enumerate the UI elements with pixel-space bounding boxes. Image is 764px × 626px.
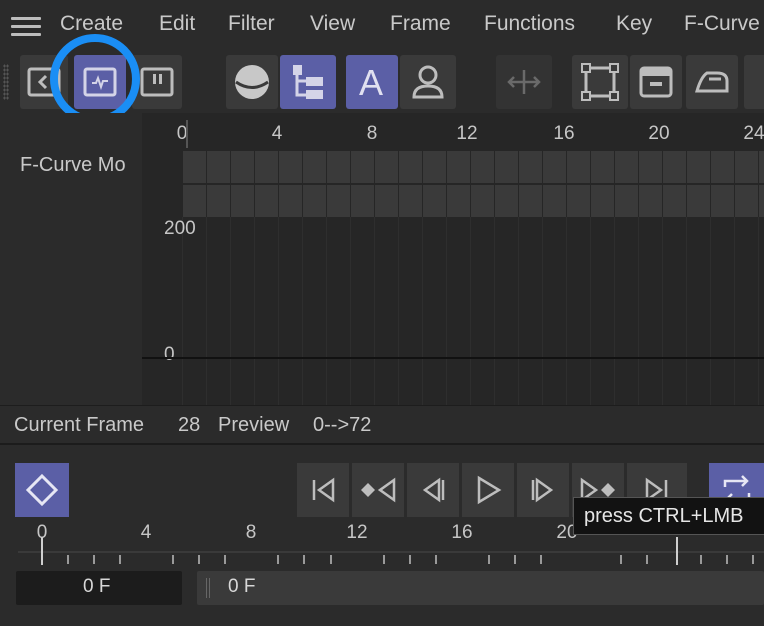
f-curve-mode-button[interactable] (74, 55, 126, 109)
band-divider (142, 183, 764, 185)
play-icon (477, 475, 502, 505)
timeline-start-marker[interactable] (41, 537, 43, 565)
iron-button[interactable] (686, 55, 738, 109)
previous-key-icon (361, 477, 396, 503)
zero-line (142, 357, 764, 359)
status-bar: Current Frame 28 Preview 0-->72 (0, 405, 764, 444)
previous-frame-icon (422, 477, 445, 503)
timeline-ruler-label: 16 (451, 522, 473, 543)
hierarchy-icon (293, 65, 323, 99)
menu-f-curve[interactable]: F-Curve (684, 12, 760, 36)
start-frame-value: 0 F (83, 576, 111, 597)
timeline-ruler-label: 8 (245, 522, 257, 543)
ruler-label: 24 (743, 123, 764, 144)
keyframe-mode-button[interactable] (15, 463, 69, 517)
timeline-ruler-label: 12 (346, 522, 368, 543)
ruler-label: 20 (648, 123, 670, 144)
clapper-icon (639, 66, 673, 98)
dope-sheet-button[interactable] (20, 55, 68, 109)
f-curve-left-panel: F-Curve Mo (0, 113, 142, 405)
menu-create[interactable]: Create (60, 12, 123, 36)
text-a-icon: A (359, 62, 384, 103)
keyframe-diamond-icon (25, 473, 59, 507)
ruler-label: 4 (271, 123, 283, 144)
menu-bar: Create Edit Filter View Frame Functions … (0, 0, 764, 50)
iron-icon (695, 71, 729, 93)
next-frame-button[interactable] (517, 463, 569, 517)
text-a-button[interactable]: A (346, 55, 398, 109)
menu-functions[interactable]: Functions (484, 12, 575, 36)
track-band-2 (182, 185, 764, 217)
previous-key-button[interactable] (352, 463, 404, 517)
current-frame-value: 28 (178, 414, 201, 436)
go-to-start-button[interactable] (297, 463, 349, 517)
f-curve-mode-icon (83, 67, 117, 97)
y-axis-label: 200 (164, 218, 196, 239)
clapper-button[interactable] (630, 55, 682, 109)
go-to-start-icon (312, 477, 335, 503)
playhead-marker[interactable] (186, 120, 188, 148)
move-arrows-icon (507, 70, 541, 94)
track-band-1 (182, 151, 764, 183)
motion-mode-icon (140, 67, 174, 97)
preview-value: 0-->72 (313, 414, 372, 436)
move-button[interactable] (496, 55, 552, 109)
tooltip: press CTRL+LMB (573, 497, 764, 535)
timeline-ruler-label: 4 (140, 522, 152, 543)
dope-sheet-icon (27, 67, 61, 97)
toolbar: A (0, 34, 764, 124)
y-axis-label: 0 (164, 344, 175, 365)
timeline-playhead[interactable] (676, 537, 678, 565)
ruler-label: 16 (553, 123, 575, 144)
preview-label: Preview (218, 414, 290, 436)
play-button[interactable] (462, 463, 514, 517)
user-button[interactable] (400, 55, 456, 109)
overflow-button[interactable] (744, 55, 764, 109)
start-frame-field[interactable]: 0 F (16, 571, 182, 605)
user-icon (412, 65, 444, 99)
menu-key[interactable]: Key (616, 12, 652, 36)
f-curve-graph[interactable]: 0 4 8 12 16 20 24 200 0 (142, 113, 764, 405)
frame-range-field[interactable]: 0 F (197, 571, 764, 605)
timeline-track[interactable] (18, 551, 764, 553)
timeline-panel: 0 4 8 12 16 20 press CTRL+LMB 0 F 0 F (0, 443, 764, 626)
menu-filter[interactable]: Filter (228, 12, 275, 36)
sphere-icon (235, 65, 269, 99)
frame-select-button[interactable] (572, 55, 628, 109)
sphere-button[interactable] (226, 55, 278, 109)
hamburger-menu-icon[interactable] (11, 17, 41, 37)
next-frame-icon (531, 477, 554, 503)
current-frame-label: Current Frame (14, 414, 145, 436)
menu-view[interactable]: View (310, 12, 355, 36)
end-frame-value: 0 F (228, 576, 256, 597)
ruler-label: 12 (456, 123, 478, 144)
panel-label: F-Curve Mo (20, 154, 126, 176)
motion-mode-button[interactable] (132, 55, 182, 109)
toolbar-grip[interactable] (3, 64, 9, 100)
range-grip-icon (206, 578, 212, 598)
menu-edit[interactable]: Edit (159, 12, 195, 36)
frame-select-icon (581, 63, 619, 101)
ruler-label: 8 (366, 123, 378, 144)
hierarchy-button[interactable] (280, 55, 336, 109)
menu-frame[interactable]: Frame (390, 12, 451, 36)
previous-frame-button[interactable] (407, 463, 459, 517)
